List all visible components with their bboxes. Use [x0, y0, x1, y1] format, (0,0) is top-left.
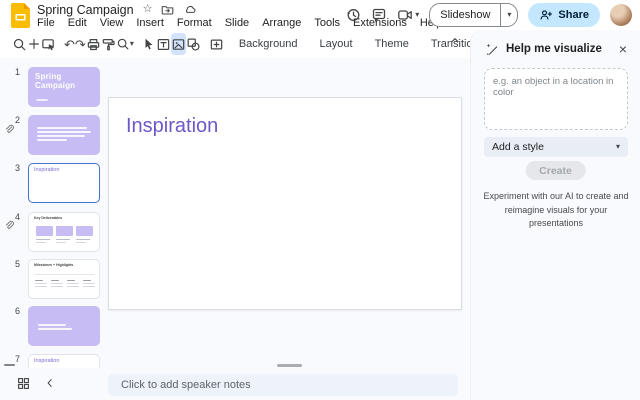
menu-insert[interactable]: Insert: [136, 17, 164, 29]
redo-icon[interactable]: ↷: [75, 33, 86, 55]
add-style-dropdown[interactable]: Add a style ▾: [484, 137, 628, 157]
slide-thumbnail-4[interactable]: Key Deliverables: [28, 212, 100, 252]
slide-thumbnail-3-selected[interactable]: Inspiration: [28, 163, 100, 203]
menu-tools[interactable]: Tools: [314, 17, 340, 29]
move-folder-icon[interactable]: [161, 3, 174, 16]
theme-button[interactable]: Theme: [368, 38, 416, 50]
meet-camera-button[interactable]: ▾: [397, 7, 419, 23]
menu-file[interactable]: File: [37, 17, 55, 29]
thumb-title: Inspiration: [34, 167, 60, 173]
visualize-prompt-input[interactable]: [484, 68, 628, 130]
slide-thumbnail-2[interactable]: [28, 115, 100, 155]
slide-title-text[interactable]: Inspiration: [126, 115, 218, 138]
close-panel-icon[interactable]: ×: [615, 38, 631, 60]
insert-image-icon[interactable]: [170, 33, 186, 55]
create-label: Create: [539, 164, 572, 177]
print-icon[interactable]: [86, 33, 101, 55]
thumb-title: Inspiration: [34, 358, 60, 364]
topbar-actions: ▾ Slideshow ▾ Share: [345, 0, 632, 30]
filmstrip: 1 Spring Campaign 2 3 Inspiration 4 Key …: [0, 58, 106, 368]
new-slide-icon[interactable]: [27, 33, 41, 55]
search-menus-icon[interactable]: [12, 33, 27, 55]
text-box-icon[interactable]: [156, 33, 171, 55]
slide-number: 1: [14, 67, 20, 77]
document-title-row: Spring Campaign ☆: [37, 2, 197, 17]
slide-number: 7: [14, 354, 20, 364]
zoom-icon[interactable]: [116, 33, 130, 55]
insert-placeholder-icon[interactable]: [209, 33, 224, 55]
bottombar: Click to add speaker notes: [0, 368, 470, 400]
templates-icon[interactable]: [41, 33, 56, 55]
slide-canvas[interactable]: Inspiration: [108, 97, 462, 310]
star-icon[interactable]: ☆: [143, 4, 153, 15]
zoom-caret-icon[interactable]: ▾: [130, 40, 134, 48]
cloud-status-icon[interactable]: [183, 3, 197, 16]
thumb-title: Milestones + Highlights: [34, 263, 74, 267]
help-me-visualize-panel: Help me visualize × Add a style ▾ Create…: [470, 30, 640, 400]
panel-title: Help me visualize: [506, 43, 602, 55]
menu-slide[interactable]: Slide: [225, 17, 249, 29]
menu-format[interactable]: Format: [177, 17, 212, 29]
share-button[interactable]: Share: [528, 3, 600, 27]
panel-caption: Experiment with our AI to create and rei…: [483, 191, 629, 228]
background-button[interactable]: Background: [232, 38, 305, 50]
slide-thumbnail-7[interactable]: Inspiration: [28, 354, 100, 368]
slide-thumbnail-5[interactable]: Milestones + Highlights: [28, 259, 100, 299]
slideshow-button[interactable]: Slideshow: [430, 4, 502, 26]
hide-menus-icon[interactable]: [448, 33, 462, 47]
slide-number: 3: [14, 163, 20, 173]
insert-shape-icon[interactable]: [186, 33, 201, 55]
thumb-title: Key Deliverables: [34, 216, 63, 220]
menu-view[interactable]: View: [100, 17, 124, 29]
person-add-icon: [540, 10, 553, 20]
workspace: 1 Spring Campaign 2 3 Inspiration 4 Key …: [0, 58, 470, 368]
pen-spark-icon: [485, 42, 499, 56]
account-avatar[interactable]: [610, 4, 632, 26]
camera-caret-icon: ▾: [415, 10, 420, 19]
slide-thumbnail-6[interactable]: [28, 306, 100, 346]
menu-arrange[interactable]: Arrange: [262, 17, 301, 29]
slide-thumbnail-1[interactable]: Spring Campaign: [28, 67, 100, 107]
grid-view-icon[interactable]: [17, 377, 30, 390]
slides-logo-icon[interactable]: [11, 3, 30, 28]
layout-button[interactable]: Layout: [313, 38, 360, 50]
panel-header: Help me visualize ×: [471, 38, 640, 60]
speaker-notes-bar[interactable]: Click to add speaker notes: [108, 374, 458, 396]
speaker-notes-placeholder: Click to add speaker notes: [121, 379, 251, 391]
thumb-title: Spring Campaign: [35, 72, 76, 90]
slide-number: 5: [14, 259, 20, 269]
comment-icon[interactable]: [371, 7, 387, 23]
paperclip-icon: [4, 124, 15, 135]
undo-icon[interactable]: ↶: [64, 33, 75, 55]
version-history-icon[interactable]: [345, 7, 361, 23]
collapse-filmstrip-icon[interactable]: [44, 377, 56, 389]
paint-format-icon[interactable]: [101, 33, 116, 55]
create-button[interactable]: Create: [525, 161, 586, 180]
add-style-label: Add a style: [492, 141, 544, 153]
document-title[interactable]: Spring Campaign: [37, 3, 134, 17]
style-caret-icon: ▾: [615, 142, 620, 151]
menu-edit[interactable]: Edit: [68, 17, 87, 29]
topbar: Spring Campaign ☆ File Edit View Insert …: [0, 0, 640, 30]
toolbar: ↶ ↷ ▾ Background Layout Theme Transition: [0, 30, 504, 58]
slideshow-dropdown[interactable]: ▾: [501, 4, 517, 26]
horizontal-scrollbar[interactable]: [277, 364, 302, 367]
google-slides-window: Spring Campaign ☆ File Edit View Insert …: [0, 0, 640, 400]
select-cursor-icon[interactable]: [142, 33, 156, 55]
paperclip-icon: [4, 220, 15, 231]
share-label: Share: [558, 9, 589, 21]
slideshow-split-button: Slideshow ▾: [429, 3, 519, 27]
slide-number: 6: [14, 306, 20, 316]
filmstrip-scrollbar[interactable]: [4, 364, 15, 366]
